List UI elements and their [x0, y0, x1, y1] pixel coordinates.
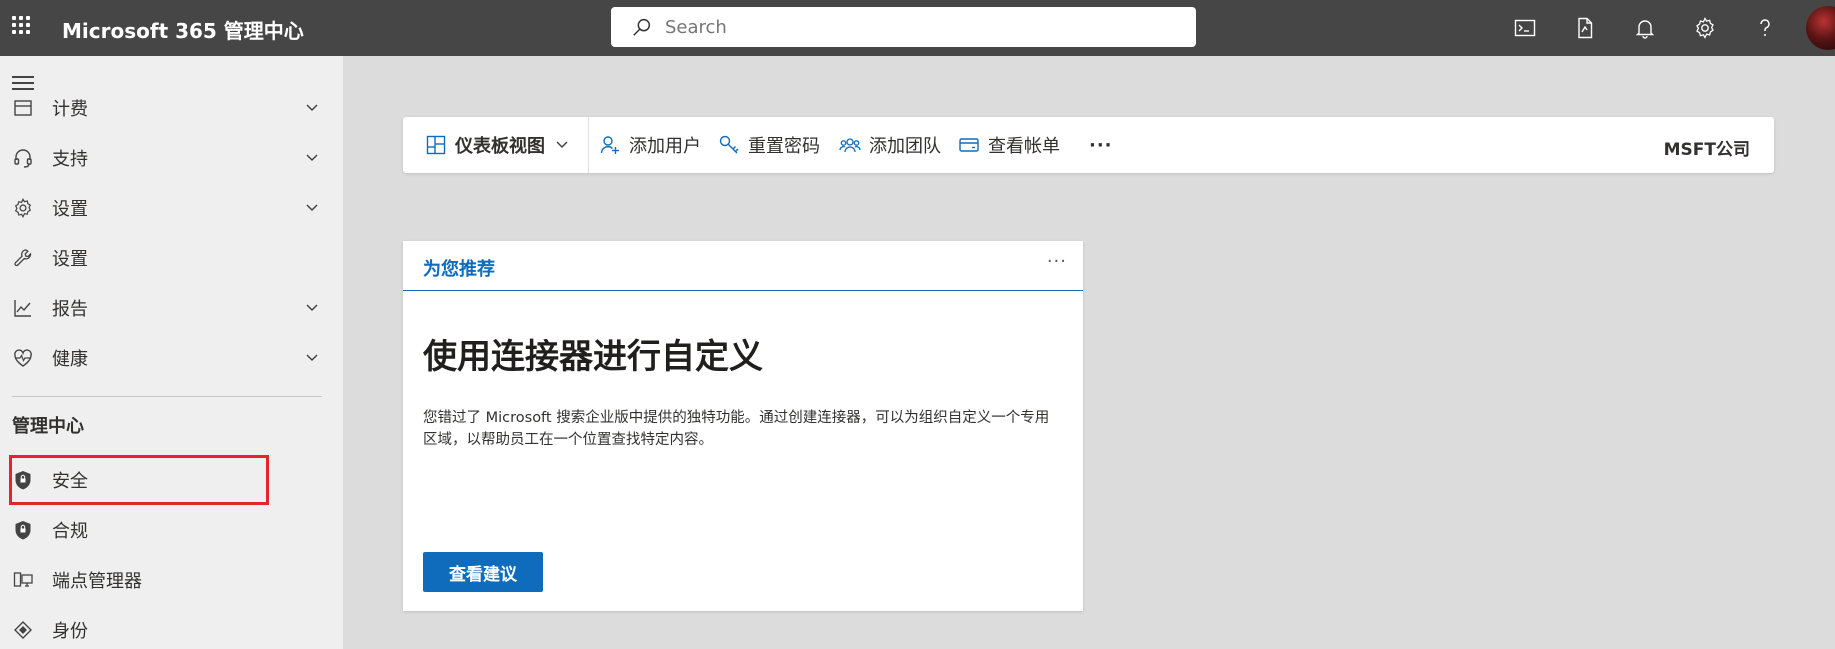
- sidebar-item-label: 设置: [52, 199, 88, 220]
- sidebar-item-label: 身份: [52, 621, 88, 642]
- sidebar-divider: [12, 396, 322, 397]
- sidebar-item-label: 计费: [52, 99, 88, 120]
- shield-icon: [12, 519, 34, 541]
- command-bar: 仪表板视图 添加用户 重置密码 添加团队 查看帐单 ··· MSFT公司: [403, 117, 1774, 173]
- sidebar-item-endpoint-manager[interactable]: 端点管理器: [0, 558, 330, 602]
- sidebar-item-label: 报告: [52, 299, 88, 320]
- sidebar-item-label: 设置: [52, 249, 88, 270]
- card-title: 为您推荐: [423, 259, 495, 280]
- more-commands-button[interactable]: ···: [1081, 117, 1113, 173]
- heart-icon: [12, 347, 34, 369]
- recommendation-card: 为您推荐 ··· 使用连接器进行自定义 您错过了 Microsoft 搜索企业版…: [403, 241, 1083, 611]
- identity-icon: [12, 619, 34, 641]
- chevron-down-icon: [306, 104, 318, 112]
- bell-icon[interactable]: [1631, 14, 1659, 42]
- sidebar-item-support[interactable]: 支持: [0, 136, 330, 180]
- gear-icon: [12, 197, 34, 219]
- sidebar-item-label: 合规: [52, 521, 88, 542]
- waffle-icon[interactable]: [12, 16, 32, 36]
- sidebar-item-billing[interactable]: 计费: [0, 86, 330, 130]
- search-box[interactable]: [611, 7, 1196, 47]
- dashboard-icon: [426, 135, 446, 155]
- sidebar-item-label: 健康: [52, 349, 88, 370]
- company-name: MSFT公司: [1663, 140, 1750, 160]
- card-heading: 使用连接器进行自定义: [423, 337, 763, 377]
- document-icon[interactable]: [1571, 14, 1599, 42]
- sidebar-item-reports[interactable]: 报告: [0, 286, 330, 330]
- sidebar-item-compliance[interactable]: 合规: [0, 508, 330, 552]
- sidebar-item-label: 端点管理器: [52, 571, 142, 592]
- command-separator: [588, 117, 589, 173]
- sidebar-item-label: 支持: [52, 149, 88, 170]
- headset-icon: [12, 147, 34, 169]
- gear-icon[interactable]: [1691, 14, 1719, 42]
- avatar[interactable]: [1806, 6, 1835, 50]
- chart-icon: [12, 297, 34, 319]
- chevron-down-icon: [306, 304, 318, 312]
- add-team-button[interactable]: 添加团队: [839, 117, 941, 173]
- add-user-icon: [600, 136, 619, 154]
- chevron-down-icon: [556, 141, 568, 149]
- wrench-icon: [12, 247, 34, 269]
- view-recommendations-button[interactable]: 查看建议: [423, 552, 543, 592]
- app-title[interactable]: Microsoft 365 管理中心: [62, 15, 304, 44]
- sidebar-item-setup[interactable]: 设置: [0, 236, 330, 280]
- billing-icon: [12, 97, 34, 119]
- reset-password-button[interactable]: 重置密码: [718, 117, 820, 173]
- sidebar-item-settings[interactable]: 设置: [0, 186, 330, 230]
- section-title: 管理中心: [12, 416, 84, 437]
- search-icon: [633, 18, 651, 36]
- key-icon: [719, 135, 739, 154]
- card-more-button[interactable]: ···: [1047, 251, 1067, 272]
- search-input[interactable]: [665, 16, 1165, 38]
- add-user-button[interactable]: 添加用户: [599, 117, 701, 173]
- chevron-down-icon: [306, 154, 318, 162]
- sidebar: 计费 支持 设置 设置 报告 健康 管理中心 安全 合规 端点管理器 身份: [0, 56, 343, 649]
- credit-card-icon: [959, 138, 979, 152]
- top-bar: Microsoft 365 管理中心: [0, 0, 1835, 56]
- help-icon[interactable]: [1751, 14, 1779, 42]
- view-bill-button[interactable]: 查看帐单: [958, 117, 1060, 173]
- sidebar-item-identity[interactable]: 身份: [0, 608, 330, 649]
- sidebar-item-health[interactable]: 健康: [0, 336, 330, 380]
- team-icon: [839, 138, 861, 153]
- terminal-icon[interactable]: [1511, 14, 1539, 42]
- highlight-box: [9, 455, 269, 505]
- card-body: 您错过了 Microsoft 搜索企业版中提供的独特功能。通过创建连接器，可以为…: [423, 410, 1050, 448]
- chevron-down-icon: [306, 204, 318, 212]
- dashboard-view-button[interactable]: 仪表板视图: [425, 117, 571, 173]
- card-header: 为您推荐 ···: [403, 241, 1083, 291]
- chevron-down-icon: [306, 354, 318, 362]
- devices-icon: [12, 569, 34, 591]
